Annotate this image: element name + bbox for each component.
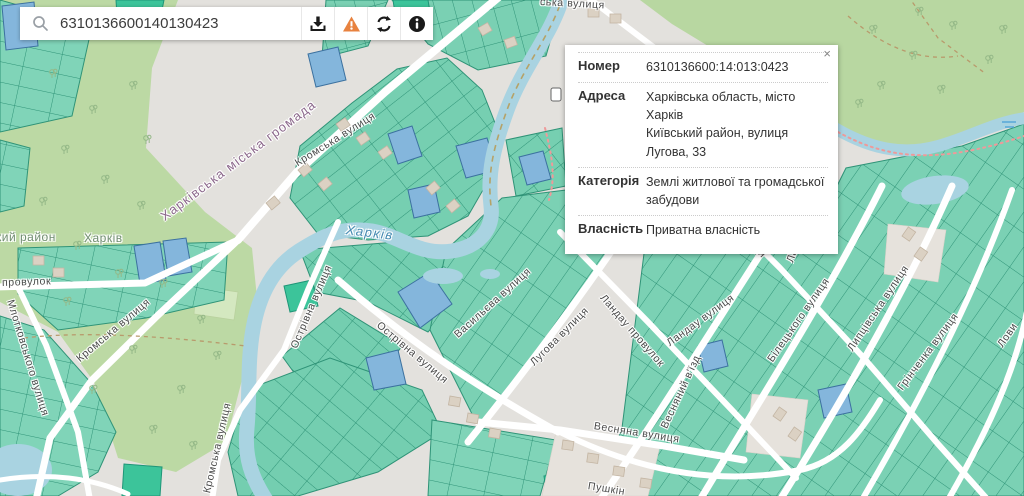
map-canvas[interactable] (0, 0, 1024, 496)
info-value: Харківська область, місто Харків Київськ… (646, 88, 828, 161)
info-label: Адреса (578, 88, 646, 161)
search-icon (20, 15, 60, 32)
refresh-arrows-icon (375, 15, 393, 33)
download-tray-icon (309, 15, 327, 33)
gate-icon (551, 88, 561, 101)
search-input[interactable] (60, 15, 301, 32)
info-value: 6310136600:14:013:0423 (646, 58, 828, 76)
info-value: Приватна власність (646, 221, 828, 239)
info-value: Землі житлової та громадської забудови (646, 173, 828, 209)
info-row-ownership: Власність Приватна власність (578, 215, 828, 245)
warning-button[interactable] (334, 7, 367, 40)
parcel-info-panel: × Номер 6310136600:14:013:0423 Адреса Ха… (565, 45, 838, 254)
info-label: Власність (578, 221, 646, 239)
refresh-button[interactable] (367, 7, 400, 40)
close-icon[interactable]: × (823, 47, 831, 60)
download-button[interactable] (301, 7, 334, 40)
map-application: Харківська міська громадакий районХарків… (0, 0, 1024, 496)
info-button[interactable] (400, 7, 433, 40)
info-label: Номер (578, 58, 646, 76)
info-row-category: Категорія Землі житлової та громадської … (578, 167, 828, 215)
info-row-address: Адреса Харківська область, місто Харків … (578, 82, 828, 167)
search-bar (20, 7, 433, 40)
warning-triangle-icon (342, 15, 361, 33)
info-row-number: Номер 6310136600:14:013:0423 (578, 52, 828, 82)
info-circle-icon (408, 15, 426, 33)
info-label: Категорія (578, 173, 646, 209)
